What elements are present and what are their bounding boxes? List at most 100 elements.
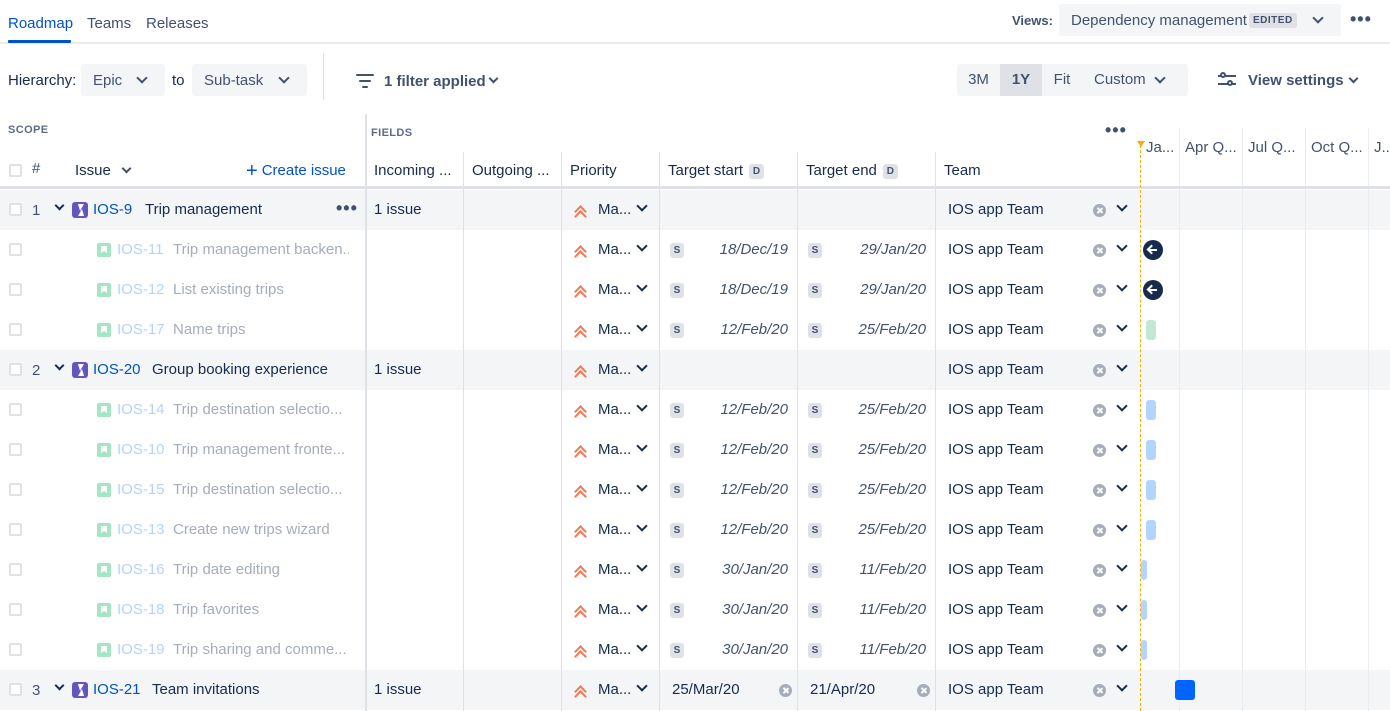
target-end-value[interactable]: 25/Feb/20 (838, 321, 926, 338)
table-row[interactable]: IOS-11 Trip management backen... Ma... S 18/… (0, 230, 1140, 270)
offscreen-arrow-icon[interactable] (1143, 240, 1163, 260)
target-start-value[interactable]: 12/Feb/20 (700, 321, 788, 338)
target-end-value[interactable]: 29/Jan/20 (838, 241, 926, 258)
fields-more-icon[interactable]: ••• (1105, 121, 1127, 139)
team-column-header[interactable]: Team (944, 162, 981, 179)
clear-icon[interactable] (1093, 524, 1106, 537)
issue-summary[interactable]: Trip management backen... (173, 241, 349, 258)
team-value[interactable]: IOS app Team (948, 521, 1044, 538)
chevron-down-icon[interactable] (636, 360, 648, 372)
issue-key[interactable]: IOS-19 (117, 641, 165, 658)
row-checkbox[interactable] (9, 403, 22, 416)
timeline-bar-ios-10[interactable] (1146, 440, 1156, 460)
issue-key[interactable]: IOS-17 (117, 321, 165, 338)
filter-button[interactable]: 1 filter applied (384, 73, 486, 90)
range-fit-button[interactable]: Fit (1042, 64, 1082, 96)
clear-icon[interactable] (1093, 644, 1106, 657)
table-row[interactable]: IOS-13 Create new trips wizard Ma... S 12/Fe… (0, 510, 1140, 550)
chevron-down-icon[interactable] (636, 280, 648, 292)
target-end-value[interactable]: 25/Feb/20 (838, 441, 926, 458)
clear-icon[interactable] (1093, 404, 1106, 417)
row-checkbox[interactable] (9, 243, 22, 256)
chevron-down-icon[interactable] (1116, 400, 1128, 412)
row-checkbox[interactable] (9, 363, 22, 376)
epic-row[interactable]: 2 IOS-20 Group booking experience 1 issue Ma… (0, 350, 1140, 390)
expand-chevron-icon[interactable] (54, 680, 65, 691)
create-issue-button[interactable]: + Create issue (246, 161, 346, 181)
priority-value[interactable]: Ma... (598, 681, 631, 698)
target-start-value[interactable]: 25/Mar/20 (672, 681, 740, 698)
chevron-down-icon[interactable] (636, 240, 648, 252)
chevron-down-icon[interactable] (1116, 200, 1128, 212)
chevron-down-icon[interactable] (636, 320, 648, 332)
priority-value[interactable]: Ma... (598, 281, 631, 298)
issue-key[interactable]: IOS-21 (93, 681, 141, 698)
issue-key[interactable]: IOS-18 (117, 601, 165, 618)
clear-icon[interactable] (917, 684, 930, 697)
timeline-bar-ios-13[interactable] (1146, 520, 1156, 540)
filter-icon[interactable] (356, 74, 374, 88)
target-start-value[interactable]: 30/Jan/20 (700, 601, 788, 618)
chevron-down-icon[interactable] (1116, 320, 1128, 332)
row-checkbox[interactable] (9, 643, 22, 656)
clear-icon[interactable] (779, 684, 792, 697)
expand-chevron-icon[interactable] (54, 200, 65, 211)
chevron-down-icon[interactable] (1116, 360, 1128, 372)
issue-key[interactable]: IOS-20 (93, 361, 141, 378)
row-checkbox[interactable] (9, 523, 22, 536)
chevron-down-icon[interactable] (636, 520, 648, 532)
team-value[interactable]: IOS app Team (948, 641, 1044, 658)
priority-value[interactable]: Ma... (598, 561, 631, 578)
row-checkbox[interactable] (9, 443, 22, 456)
incoming-dependencies[interactable]: 1 issue (374, 201, 422, 218)
team-value[interactable]: IOS app Team (948, 441, 1044, 458)
clear-icon[interactable] (1093, 284, 1106, 297)
issue-summary[interactable]: Trip date editing (173, 561, 349, 578)
table-row[interactable]: IOS-10 Trip management fronte... Ma... S 12/… (0, 430, 1140, 470)
issue-summary[interactable]: Trip management (145, 201, 262, 218)
issue-column-header[interactable]: Issue (75, 162, 111, 179)
team-value[interactable]: IOS app Team (948, 561, 1044, 578)
target-end-value[interactable]: 11/Feb/20 (838, 641, 926, 658)
priority-value[interactable]: Ma... (598, 641, 631, 658)
expand-chevron-icon[interactable] (54, 360, 65, 371)
row-checkbox[interactable] (9, 563, 22, 576)
view-settings-icon[interactable] (1218, 72, 1236, 88)
issue-summary[interactable]: Trip favorites (173, 601, 349, 618)
issue-key[interactable]: IOS-16 (117, 561, 165, 578)
tab-roadmap[interactable]: Roadmap (8, 15, 73, 32)
hierarchy-from-select[interactable]: Epic (81, 64, 165, 96)
chevron-down-icon[interactable] (636, 600, 648, 612)
issue-summary[interactable]: List existing trips (173, 281, 349, 298)
offscreen-arrow-icon[interactable] (1143, 280, 1163, 300)
target-start-value[interactable]: 12/Feb/20 (700, 481, 788, 498)
chevron-down-icon[interactable] (1116, 280, 1128, 292)
outgoing-column-header[interactable]: Outgoing ... (472, 162, 550, 179)
clear-icon[interactable] (1093, 324, 1106, 337)
table-row[interactable]: IOS-17 Name trips Ma... S 12/Feb/20 S 25/Feb/2… (0, 310, 1140, 350)
target-start-value[interactable]: 12/Feb/20 (700, 401, 788, 418)
range-custom-button[interactable]: Custom (1082, 64, 1158, 96)
table-row[interactable]: IOS-12 List existing trips Ma... S 18/Dec/19… (0, 270, 1140, 310)
team-value[interactable]: IOS app Team (948, 361, 1044, 378)
target-start-column-header[interactable]: Target start D (668, 162, 765, 179)
chevron-down-icon[interactable] (1116, 440, 1128, 452)
clear-icon[interactable] (1093, 564, 1106, 577)
row-checkbox[interactable] (9, 603, 22, 616)
chevron-down-icon[interactable] (1116, 560, 1128, 572)
target-end-value[interactable]: 11/Feb/20 (838, 561, 926, 578)
priority-value[interactable]: Ma... (598, 401, 631, 418)
issue-key[interactable]: IOS-14 (117, 401, 165, 418)
target-start-value[interactable]: 30/Jan/20 (700, 561, 788, 578)
scope-fields-divider[interactable] (365, 114, 367, 711)
team-value[interactable]: IOS app Team (948, 401, 1044, 418)
view-settings-button[interactable]: View settings (1248, 72, 1344, 89)
issue-key[interactable]: IOS-9 (93, 201, 132, 218)
target-end-value[interactable]: 21/Apr/20 (810, 681, 875, 698)
issue-summary[interactable]: Name trips (173, 321, 349, 338)
timeline-bar-ios-14[interactable] (1146, 400, 1156, 420)
team-value[interactable]: IOS app Team (948, 281, 1044, 298)
target-end-column-header[interactable]: Target end D (806, 162, 898, 179)
range-3m-button[interactable]: 3M (957, 64, 1000, 96)
team-value[interactable]: IOS app Team (948, 601, 1044, 618)
